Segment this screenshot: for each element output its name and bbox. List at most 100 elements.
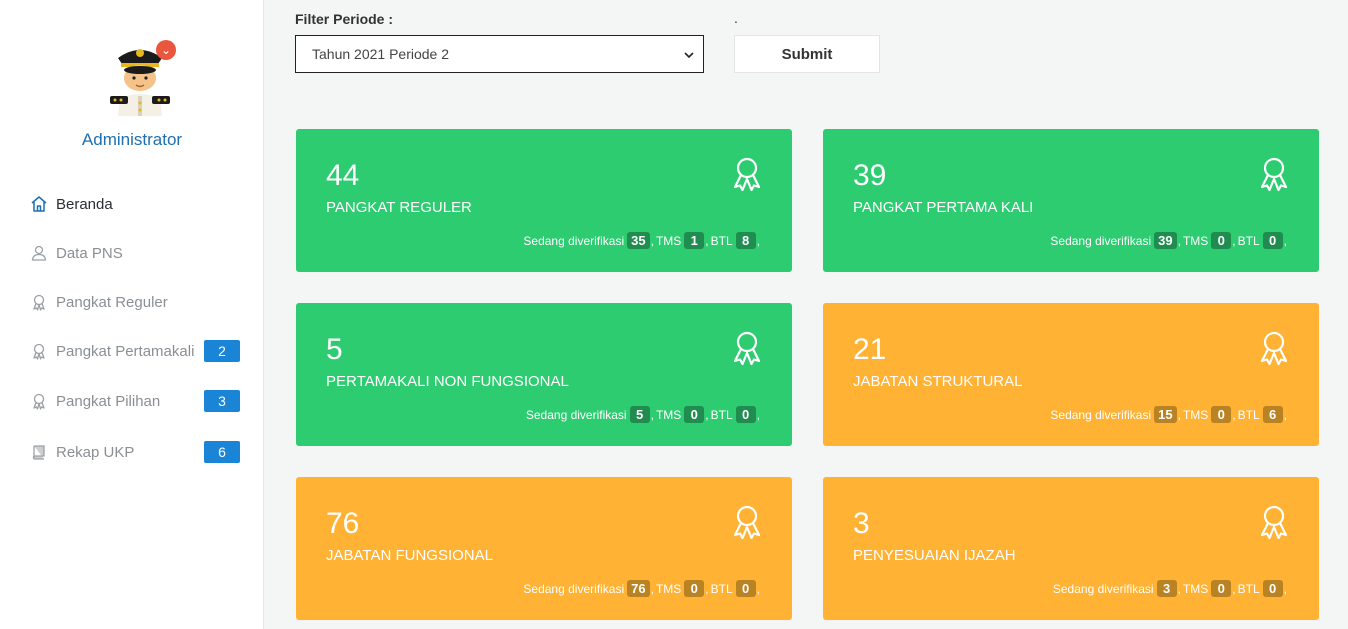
- card-count: 5: [326, 333, 343, 366]
- btl-label: BTL: [710, 233, 733, 248]
- card-title: JABATAN FUNGSIONAL: [326, 547, 493, 564]
- award-icon: [1257, 503, 1291, 541]
- stat-card[interactable]: 76 JABATAN FUNGSIONAL Sedang diverifikasi 7…: [296, 477, 792, 620]
- stat-card[interactable]: 39 PANGKAT PERTAMA KALI Sedang diverifikas…: [823, 129, 1319, 272]
- card-title: PENYESUAIAN IJAZAH: [853, 547, 1016, 564]
- separator: ,: [1177, 581, 1181, 596]
- separator: ,: [705, 581, 709, 596]
- card-count: 76: [326, 507, 360, 540]
- separator: ,: [705, 407, 709, 422]
- filter-periode-label: Filter Periode :: [295, 11, 394, 27]
- separator: ,: [1283, 581, 1287, 596]
- separator: ,: [1232, 581, 1236, 596]
- home-icon: [28, 193, 50, 215]
- chevron-down-icon: ⌄: [160, 43, 172, 57]
- award-icon: [28, 291, 50, 313]
- chevron-down-icon: [684, 52, 694, 59]
- tms-count: 0: [684, 406, 705, 423]
- btl-count: 0: [735, 406, 756, 423]
- card-count: 21: [853, 333, 887, 366]
- verifying-label: Sedang diverifikasi: [525, 407, 627, 422]
- award-icon: [28, 340, 50, 362]
- stat-card[interactable]: 5 PERTAMAKALI NON FUNGSIONAL Sedang diveri…: [296, 303, 792, 446]
- btl-label: BTL: [1237, 407, 1260, 422]
- sidebar-item-pangkat-pilihan[interactable]: Pangkat Pilihan 3: [28, 387, 240, 415]
- btl-label: BTL: [1237, 233, 1260, 248]
- card-title: JABATAN STRUKTURAL: [853, 373, 1023, 390]
- submit-button[interactable]: Submit: [734, 35, 880, 73]
- periode-select-value: Tahun 2021 Periode 2: [312, 46, 449, 62]
- card-count: 39: [853, 159, 887, 192]
- verifying-count: 5: [629, 406, 650, 423]
- verifying-label: Sedang diverifikasi: [1050, 407, 1152, 422]
- card-status-summary: Sedang diverifikasi 15, TMS 0, BTL 6,: [1048, 406, 1287, 423]
- verifying-count: 15: [1154, 406, 1177, 423]
- separator: ,: [1283, 407, 1287, 422]
- avatar-dropdown-badge[interactable]: ⌄: [156, 40, 176, 60]
- card-title: PANGKAT REGULER: [326, 199, 472, 216]
- verifying-label: Sedang diverifikasi: [523, 233, 625, 248]
- btl-count: 0: [735, 580, 756, 597]
- card-title: PERTAMAKALI NON FUNGSIONAL: [326, 373, 569, 390]
- separator: ,: [1232, 407, 1236, 422]
- verifying-label: Sedang diverifikasi: [1052, 581, 1154, 596]
- separator: ,: [756, 581, 760, 596]
- btl-count: 6: [1262, 406, 1283, 423]
- tms-label: TMS: [1182, 407, 1209, 422]
- sidebar-item-label: Data PNS: [56, 244, 123, 262]
- tms-count: 0: [1211, 580, 1232, 597]
- tms-count: 0: [1211, 406, 1232, 423]
- tms-label: TMS: [655, 233, 682, 248]
- separator: ,: [1177, 233, 1181, 248]
- count-badge: 2: [204, 340, 240, 362]
- btl-count: 8: [735, 232, 756, 249]
- separator: ,: [705, 233, 709, 248]
- sidebar-item-data-pns[interactable]: Data PNS: [28, 239, 240, 267]
- separator: ,: [1232, 233, 1236, 248]
- tms-count: 0: [1211, 232, 1232, 249]
- card-status-summary: Sedang diverifikasi 76, TMS 0, BTL 0,: [521, 580, 760, 597]
- user-name: Administrator: [81, 130, 183, 149]
- tms-count: 0: [684, 580, 705, 597]
- sidebar-item-pangkat-reguler[interactable]: Pangkat Reguler: [28, 288, 240, 316]
- tms-label: TMS: [655, 407, 682, 422]
- award-icon: [28, 390, 50, 412]
- verifying-label: Sedang diverifikasi: [1050, 233, 1152, 248]
- verifying-count: 76: [627, 580, 650, 597]
- card-status-summary: Sedang diverifikasi 39, TMS 0, BTL 0,: [1048, 232, 1287, 249]
- stat-card[interactable]: 3 PENYESUAIAN IJAZAH Sedang diverifikasi 3,…: [823, 477, 1319, 620]
- award-icon: [730, 329, 764, 367]
- periode-select[interactable]: Tahun 2021 Periode 2: [295, 35, 704, 73]
- separator: ,: [756, 233, 760, 248]
- separator: ,: [1177, 407, 1181, 422]
- sidebar-item-rekap-ukp[interactable]: Rekap UKP 6: [28, 438, 240, 466]
- btl-label: BTL: [1237, 581, 1260, 596]
- btl-label: BTL: [710, 407, 733, 422]
- tms-count: 1: [684, 232, 705, 249]
- sidebar-item-label: Beranda: [56, 195, 113, 213]
- sidebar-item-beranda[interactable]: Beranda: [28, 190, 240, 218]
- stat-card[interactable]: 21 JABATAN STRUKTURAL Sedang diverifikasi 1…: [823, 303, 1319, 446]
- count-badge: 6: [204, 441, 240, 463]
- verifying-label: Sedang diverifikasi: [523, 581, 625, 596]
- count-badge: 3: [204, 390, 240, 412]
- verifying-count: 3: [1156, 580, 1177, 597]
- tms-label: TMS: [1182, 581, 1209, 596]
- card-status-summary: Sedang diverifikasi 3, TMS 0, BTL 0,: [1051, 580, 1287, 597]
- separator: ,: [1283, 233, 1287, 248]
- card-title: PANGKAT PERTAMA KALI: [853, 199, 1034, 216]
- sidebar-item-pangkat-pertamakali[interactable]: Pangkat Pertamakali 2: [28, 337, 240, 365]
- btl-count: 0: [1262, 580, 1283, 597]
- sidebar-item-label: Pangkat Reguler: [56, 293, 168, 311]
- card-count: 3: [853, 507, 870, 540]
- verifying-count: 39: [1154, 232, 1177, 249]
- card-status-summary: Sedang diverifikasi 5, TMS 0, BTL 0,: [524, 406, 760, 423]
- submit-label: .: [734, 10, 738, 26]
- stat-card[interactable]: 44 PANGKAT REGULER Sedang diverifikasi 35, T…: [296, 129, 792, 272]
- award-icon: [730, 503, 764, 541]
- user-icon: [28, 242, 50, 264]
- btl-count: 0: [1262, 232, 1283, 249]
- tms-label: TMS: [655, 581, 682, 596]
- award-icon: [1257, 155, 1291, 193]
- sidebar: ⌄ Administrator Beranda Data PNS Pangkat…: [0, 0, 264, 629]
